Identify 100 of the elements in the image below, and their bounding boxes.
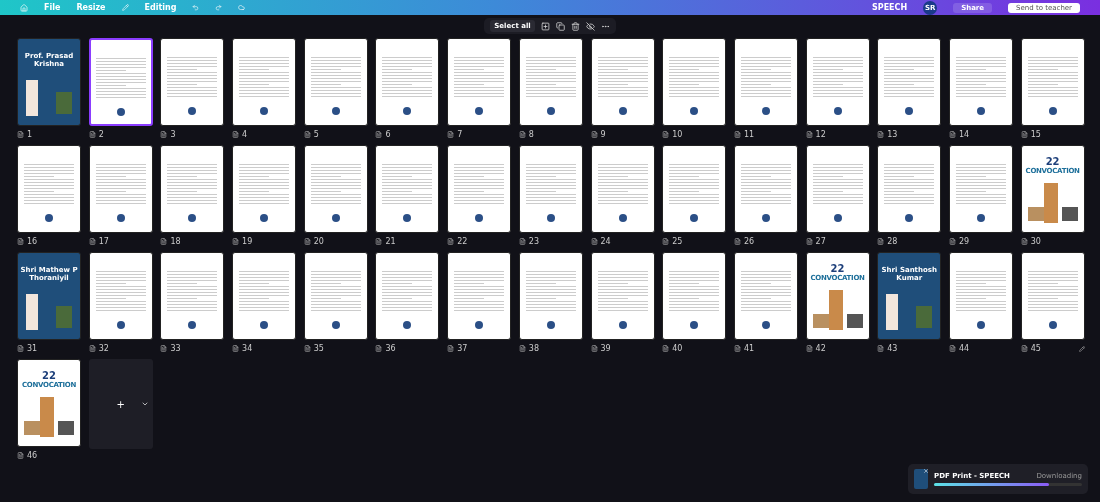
page-thumbnail[interactable]	[232, 252, 297, 340]
page-thumbnail[interactable]	[662, 252, 727, 340]
page-icon	[303, 345, 311, 352]
page-thumbnail[interactable]	[447, 145, 512, 233]
seal-icon	[761, 321, 770, 329]
page-icon	[160, 238, 168, 245]
page-thumbnail[interactable]	[733, 252, 798, 340]
text-lines-drawing	[310, 57, 361, 99]
page-thumbnail[interactable]	[375, 252, 440, 340]
text-lines-drawing	[239, 271, 290, 313]
seal-icon	[976, 214, 985, 222]
page-thumbnail[interactable]	[375, 38, 440, 126]
page-thumbnail[interactable]	[877, 38, 942, 126]
add-page-button[interactable]: +	[88, 359, 153, 449]
page-icon	[88, 345, 96, 352]
page-number: 20	[313, 237, 324, 246]
page-number: 34	[242, 344, 253, 353]
page-number: 38	[528, 344, 539, 353]
page-icon	[805, 238, 813, 245]
page-number: 46	[27, 451, 38, 460]
page-thumbnail[interactable]	[375, 145, 440, 233]
text-lines-drawing	[167, 271, 218, 313]
seal-icon	[403, 321, 412, 329]
page-thumbnail[interactable]	[948, 145, 1013, 233]
page-thumbnail[interactable]	[88, 38, 153, 126]
page-thumbnail[interactable]	[160, 145, 225, 233]
page-icon	[877, 345, 885, 352]
text-lines-drawing	[454, 164, 505, 206]
page-icon	[877, 131, 885, 138]
page-thumbnail[interactable]	[805, 38, 870, 126]
page-icon	[160, 131, 168, 138]
page-thumbnail[interactable]	[948, 252, 1013, 340]
seal-icon	[188, 214, 197, 222]
page-icon	[88, 131, 96, 138]
seal-icon	[475, 321, 484, 329]
text-lines-drawing	[1027, 57, 1078, 99]
text-lines-drawing	[24, 164, 74, 206]
text-lines-drawing	[167, 57, 218, 99]
page-thumbnail[interactable]	[88, 252, 153, 340]
page-thumbnail[interactable]	[518, 145, 583, 233]
page-thumbnail[interactable]	[805, 145, 870, 233]
page-icon	[375, 131, 383, 138]
seal-icon	[260, 214, 269, 222]
page-thumbnail[interactable]	[948, 38, 1013, 126]
page-number: 10	[672, 130, 683, 139]
page-thumbnail[interactable]	[662, 145, 727, 233]
seal-icon	[403, 107, 412, 115]
page-thumbnail[interactable]	[662, 38, 727, 126]
page-number: 6	[385, 130, 391, 139]
page-number: 32	[98, 344, 109, 353]
page-thumbnail[interactable]	[590, 252, 655, 340]
page-thumbnail[interactable]	[1020, 38, 1085, 126]
page-number: 25	[672, 237, 683, 246]
page-number: 17	[98, 237, 109, 246]
close-icon[interactable]	[923, 468, 929, 474]
page-thumbnail[interactable]	[303, 38, 368, 126]
page-number: 31	[27, 344, 38, 353]
pencil-icon[interactable]	[1078, 345, 1085, 352]
page-thumbnail[interactable]	[232, 38, 297, 126]
page-thumbnail[interactable]	[160, 252, 225, 340]
page-thumbnail[interactable]	[1020, 252, 1085, 340]
page-thumbnail[interactable]	[88, 145, 153, 233]
page-icon	[662, 131, 670, 138]
text-lines-drawing	[884, 164, 935, 206]
document-title[interactable]: SPEECH	[872, 3, 908, 12]
page-icon	[232, 131, 240, 138]
page-number: 13	[887, 130, 898, 139]
page-thumbnail[interactable]	[590, 38, 655, 126]
page-number: 39	[600, 344, 611, 353]
page-thumbnail[interactable]	[447, 38, 512, 126]
page-thumbnail[interactable]	[733, 38, 798, 126]
page-thumbnail[interactable]	[303, 145, 368, 233]
add-icon[interactable]	[540, 21, 550, 31]
page-thumbnail[interactable]	[590, 145, 655, 233]
trash-icon[interactable]	[570, 21, 580, 31]
seal-icon	[833, 107, 842, 115]
page-icon	[232, 238, 240, 245]
document-thumbnail	[914, 469, 928, 489]
page-thumbnail[interactable]	[160, 38, 225, 126]
page-thumbnail[interactable]	[518, 38, 583, 126]
text-lines-drawing	[95, 58, 146, 100]
page-number: 30	[1030, 237, 1041, 246]
seal-icon	[546, 107, 555, 115]
seal-icon	[331, 321, 340, 329]
seal-icon	[45, 214, 53, 222]
chevron-down-icon[interactable]	[140, 400, 149, 408]
text-lines-drawing	[740, 164, 791, 206]
page-icon	[518, 131, 526, 138]
page-icon	[17, 131, 24, 138]
page-thumbnail[interactable]	[303, 252, 368, 340]
page-thumbnail[interactable]	[877, 145, 942, 233]
text-lines-drawing	[382, 57, 433, 99]
page-thumbnail[interactable]	[518, 252, 583, 340]
page-thumbnail[interactable]	[733, 145, 798, 233]
page-icon	[518, 345, 526, 352]
copy-icon[interactable]	[555, 21, 565, 31]
page-thumbnail[interactable]	[17, 145, 81, 233]
page-thumbnail[interactable]	[232, 145, 297, 233]
page-thumbnail[interactable]	[447, 252, 512, 340]
hide-icon[interactable]	[585, 21, 595, 31]
